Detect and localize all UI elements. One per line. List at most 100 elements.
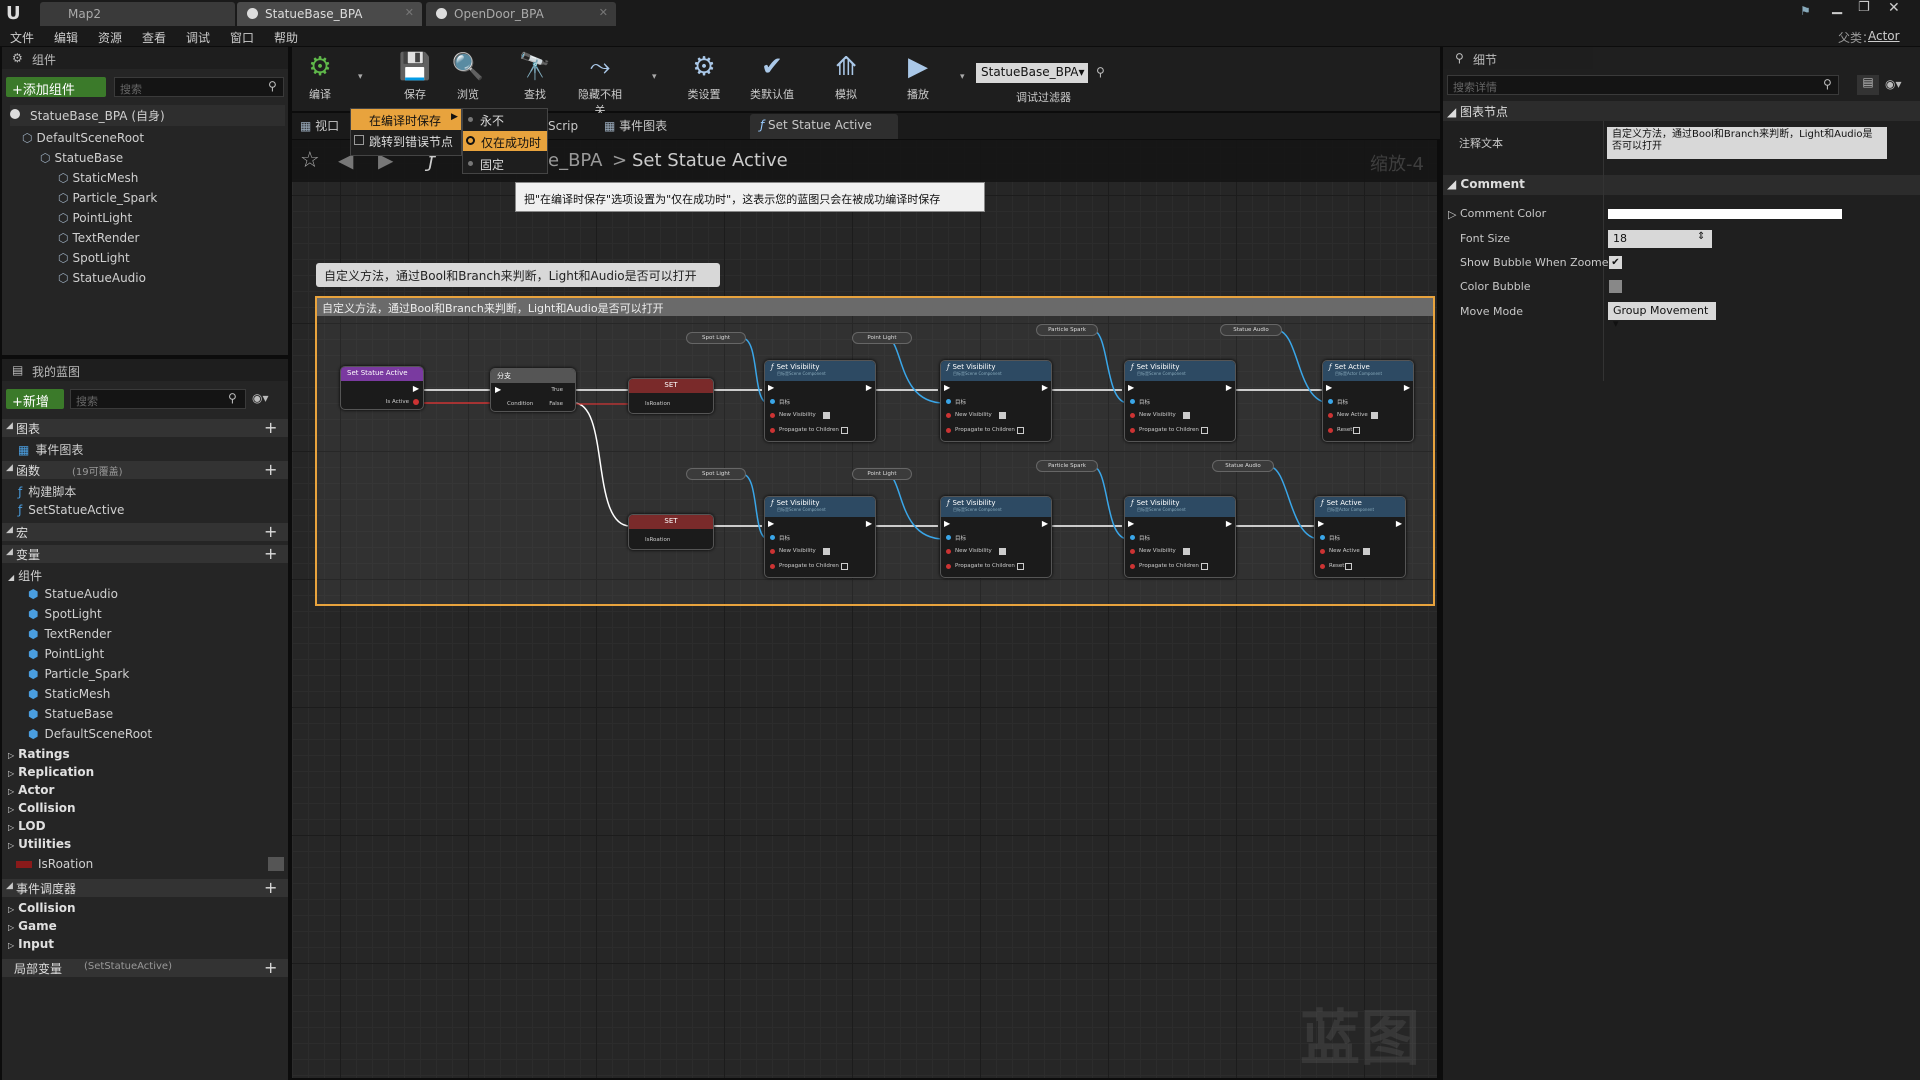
move-mode-select[interactable]: Group Movement ▾ [1608, 302, 1716, 330]
set-active-node[interactable]: ƒ Set Active 目标是Actor Component ▶ ▶ 目标 New Act… [1322, 360, 1414, 442]
exec-in-pin[interactable]: ▶ [768, 383, 774, 392]
exec-out-pin[interactable]: ▶ [1226, 519, 1232, 528]
comment-text-field[interactable]: 自定义方法，通过Bool和Branch来判断，Light和Audio是否可以打开 [1607, 127, 1887, 159]
component-getter-node[interactable]: Statue Audio [1212, 460, 1274, 472]
set-visibility-node[interactable]: ƒ Set Visibility 目标是Scene Component ▶ ▶ 目标 New… [940, 360, 1052, 442]
checkbox-pin[interactable] [823, 548, 830, 555]
component-getter-node[interactable]: Spot Light [686, 468, 746, 480]
set-visibility-node[interactable]: ƒ Set Visibility 目标是Scene Component ▶ ▶ 目标 New… [1124, 496, 1236, 578]
grid-view-icon[interactable]: ▤ [1857, 75, 1879, 95]
entry-node-title: Set Statue Active [341, 367, 423, 381]
exec-in-pin[interactable]: ▶ [768, 519, 774, 528]
checkbox-pin[interactable] [1363, 548, 1370, 555]
option-never[interactable]: 永不 [480, 112, 504, 129]
save-on-compile-item[interactable]: 在编译时保存 [351, 109, 461, 130]
show-bubble-checkbox[interactable]: ✔ [1609, 256, 1622, 269]
checkbox-pin[interactable] [841, 563, 848, 570]
target-pin[interactable] [1328, 399, 1333, 404]
option-on-success[interactable]: 仅在成功时 [463, 131, 547, 151]
set-isroation-node[interactable]: SET IsRoation [628, 378, 714, 414]
exec-out-pin[interactable]: ▶ [1042, 519, 1048, 528]
target-pin[interactable] [946, 399, 951, 404]
target-pin[interactable] [1130, 399, 1135, 404]
component-getter-node[interactable]: Particle Spark [1036, 324, 1098, 336]
exec-in-pin[interactable]: ▶ [1128, 519, 1134, 528]
component-getter-node[interactable]: Spot Light [686, 332, 746, 344]
exec-in-pin[interactable]: ▶ [1326, 383, 1332, 392]
bool-pin[interactable] [1130, 413, 1135, 418]
checkbox-pin[interactable] [1183, 548, 1190, 555]
exec-out-pin[interactable]: ▶ [866, 519, 872, 528]
exec-out-pin[interactable]: ▶ [1396, 519, 1402, 528]
exec-out-pin[interactable]: ▶ [866, 383, 872, 392]
comment-color-swatch[interactable] [1608, 209, 1842, 219]
bool-pin[interactable] [1130, 428, 1135, 433]
checkbox-pin[interactable] [823, 412, 830, 419]
bool-pin[interactable] [946, 413, 951, 418]
component-getter-node[interactable]: Point Light [852, 468, 912, 480]
function-entry-node[interactable]: Set Statue Active ▶ Is Active [340, 366, 424, 410]
exec-out-pin[interactable]: ▶ [1042, 383, 1048, 392]
set-isroation-node[interactable]: SET IsRoation [628, 514, 714, 550]
branch-node[interactable]: 分支 ▶ Condition True False [490, 368, 576, 412]
checkbox-pin[interactable] [999, 548, 1006, 555]
checkbox-pin[interactable] [1353, 427, 1360, 434]
exec-in-pin[interactable]: ▶ [944, 519, 950, 528]
color-bubble-checkbox[interactable] [1609, 280, 1622, 293]
bool-pin[interactable] [1320, 564, 1325, 569]
section-graph-node[interactable] [1443, 101, 1920, 121]
checkbox-pin[interactable] [1017, 427, 1024, 434]
jump-to-error-label[interactable]: 跳转到错误节点 [369, 133, 453, 150]
checkbox-pin[interactable] [1345, 563, 1352, 570]
eye-icon[interactable]: ◉▾ [1885, 77, 1902, 91]
target-pin[interactable] [946, 535, 951, 540]
radio-selected-icon [466, 136, 475, 145]
bool-pin[interactable] [1328, 428, 1333, 433]
bool-pin[interactable] [1320, 549, 1325, 554]
expand-arrow-icon[interactable]: ▷ [1448, 208, 1456, 221]
component-getter-node[interactable]: Statue Audio [1220, 324, 1282, 336]
section-title: 图表节点 [1460, 105, 1509, 119]
target-pin[interactable] [1320, 535, 1325, 540]
bool-pin[interactable] [1328, 413, 1333, 418]
set-active-node[interactable]: ƒ Set Active 目标是Actor Component ▶ ▶ 目标 New Act… [1314, 496, 1406, 578]
set-visibility-node[interactable]: ƒ Set Visibility 目标是Scene Component ▶ ▶ 目标 New… [940, 496, 1052, 578]
bool-pin[interactable] [770, 549, 775, 554]
exec-in-pin[interactable]: ▶ [1318, 519, 1324, 528]
bool-pin[interactable] [770, 428, 775, 433]
bool-pin[interactable] [770, 564, 775, 569]
target-pin[interactable] [770, 399, 775, 404]
jump-to-error-checkbox[interactable] [354, 135, 364, 145]
bool-pin[interactable] [413, 399, 419, 405]
bool-pin[interactable] [1130, 564, 1135, 569]
target-pin[interactable] [1130, 535, 1135, 540]
checkbox-pin[interactable] [1201, 427, 1208, 434]
set-visibility-node[interactable]: ƒ Set Visibility 目标是Scene Component ▶ ▶ 目标 New… [1124, 360, 1236, 442]
option-always[interactable]: 固定 [480, 156, 504, 173]
exec-out-pin[interactable]: ▶ [1404, 383, 1410, 392]
target-pin[interactable] [770, 535, 775, 540]
checkbox-pin[interactable] [1371, 412, 1378, 419]
exec-pin[interactable]: ▶ [495, 385, 501, 394]
component-getter-node[interactable]: Particle Spark [1036, 460, 1098, 472]
exec-in-pin[interactable]: ▶ [1128, 383, 1134, 392]
exec-pin[interactable]: ▶ [413, 384, 419, 393]
set-visibility-node[interactable]: ƒ Set Visibility 目标是Scene Component ▶ ▶ 目标 New… [764, 360, 876, 442]
checkbox-pin[interactable] [1201, 563, 1208, 570]
bool-pin[interactable] [946, 428, 951, 433]
component-getter-node[interactable]: Point Light [852, 332, 912, 344]
node-title: Set Visibility [1136, 499, 1180, 507]
checkbox-pin[interactable] [841, 427, 848, 434]
checkbox-pin[interactable] [1183, 412, 1190, 419]
exec-in-pin[interactable]: ▶ [944, 383, 950, 392]
bool-pin[interactable] [946, 564, 951, 569]
details-search-input[interactable]: 搜索详情 [1447, 75, 1839, 95]
checkbox-pin[interactable] [999, 412, 1006, 419]
bool-pin[interactable] [1130, 549, 1135, 554]
spin-arrows-icon[interactable]: ⇕ [1697, 231, 1705, 242]
set-visibility-node[interactable]: ƒ Set Visibility 目标是Scene Component ▶ ▶ 目标 New… [764, 496, 876, 578]
checkbox-pin[interactable] [1017, 563, 1024, 570]
exec-out-pin[interactable]: ▶ [1226, 383, 1232, 392]
bool-pin[interactable] [770, 413, 775, 418]
bool-pin[interactable] [946, 549, 951, 554]
